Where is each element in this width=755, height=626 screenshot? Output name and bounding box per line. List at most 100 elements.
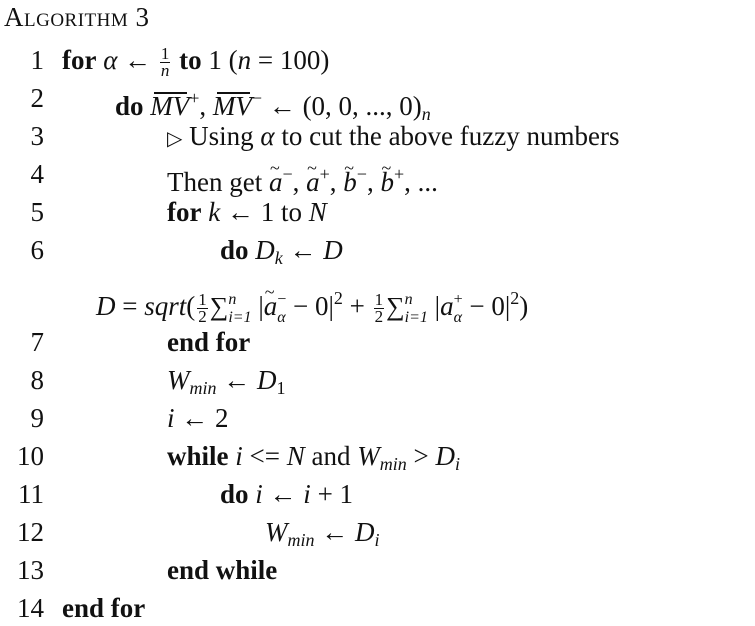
line-code: Wmin ← Di [265,514,380,558]
sum-limits: n i=1 [404,290,428,326]
text: | [251,291,264,321]
line-number: 2 [30,83,45,113]
text: ... [417,167,438,197]
line-number: 11 [18,479,44,509]
line-code: do i ← i + 1 [220,476,353,512]
line-number: 8 [30,365,45,395]
var-D: D [255,235,275,265]
subscript: i [374,530,380,550]
keyword-do: do [115,91,144,121]
text: , [199,91,213,121]
var-a-tilde: a [264,274,278,324]
var-alpha: α [103,45,118,75]
line-number: 12 [17,517,44,547]
var-D: D [435,441,455,471]
subscript: 1 [276,378,286,398]
sup-sub: − α [277,290,287,326]
line-number: 6 [30,235,45,265]
line-number: 10 [17,441,44,471]
keyword-to: to [179,45,202,75]
algorithm-title: Algorithm 3 [4,2,150,32]
text: > [406,441,436,471]
subscript: k [274,248,283,268]
sup-sub: + α [453,290,463,326]
text: <= [242,441,287,471]
sum-symbol: ∑ [386,292,405,321]
var-N: N [286,441,305,471]
var-i: i [167,403,175,433]
text: ← [314,517,355,547]
comment-triangle-icon: ▷ [167,128,183,150]
text: and [304,441,358,471]
line-code: for k ← 1 to N [167,194,327,230]
var-i: i [303,479,311,509]
line-number: 9 [30,403,45,433]
text: ← (0, 0, ..., 0) [262,91,422,121]
var-alpha: α [260,121,275,151]
keyword-do: do [220,235,249,265]
text: + 1 [310,479,354,509]
var-W: W [265,517,288,547]
text: ( [186,291,196,321]
var-D: D [323,235,343,265]
text: to cut the above fuzzy numbers [274,121,620,151]
text: , [329,167,344,197]
var-W: W [357,441,380,471]
assign-arrow: ← [124,45,152,75]
var-D: D [96,291,116,321]
subscript: min [379,454,407,474]
superscript: − [356,164,367,184]
keyword-end-for: end for [167,327,251,357]
line-code: ▷ Using α to cut the above fuzzy numbers [167,118,619,157]
keyword-end-for: end for [62,593,146,623]
var-n: n [237,45,252,75]
text: , [366,167,381,197]
text: ← 1 to [220,197,309,227]
var-W: W [167,365,190,395]
var-a: a [440,291,454,321]
line-code: for α ← 1n to 1 (n = 100) [62,42,329,79]
keyword-for: for [167,197,202,227]
line-number: 3 [30,121,45,151]
keyword-end-while: end while [167,555,278,585]
superscript: 2 [333,288,343,308]
text: ) [519,291,529,321]
text: ← 2 [174,403,229,433]
var-N: N [308,197,327,227]
var-i: i [235,441,243,471]
text: = [115,291,145,321]
fraction: 12 [197,290,208,327]
text: ← [282,235,324,265]
keyword-do: do [220,479,249,509]
text: , [404,167,418,197]
subscript: i [454,454,460,474]
superscript: + [319,164,330,184]
var-i: i [255,479,263,509]
sum-symbol: ∑ [209,292,229,321]
keyword-while: while [167,441,229,471]
formula: D = sqrt(12∑ni=1 |a−α − 0|2 + 12∑ni=1 |a… [96,274,529,327]
subscript: min [189,378,217,398]
line-number: 7 [30,327,45,357]
var-k: k [208,197,221,227]
keyword-for: for [62,45,97,75]
text: + [342,291,372,321]
text: Then get [167,167,269,197]
text: Using [182,121,261,151]
function-sqrt: sqrt [144,291,187,321]
superscript: − [282,164,293,184]
line-code: i ← 2 [167,400,229,436]
text: − 0| [462,291,511,321]
var-D: D [257,365,277,395]
superscript: − [251,88,263,108]
superscript: + [189,88,200,108]
line-number: 13 [17,555,44,585]
text: ← [262,479,304,509]
superscript: + [393,164,405,184]
text: − 0| [286,291,334,321]
var-D: D [355,517,375,547]
line-number: 5 [30,197,45,227]
fraction: 1n [159,44,171,81]
text: = 100) [251,45,330,75]
superscript: 2 [510,288,520,308]
